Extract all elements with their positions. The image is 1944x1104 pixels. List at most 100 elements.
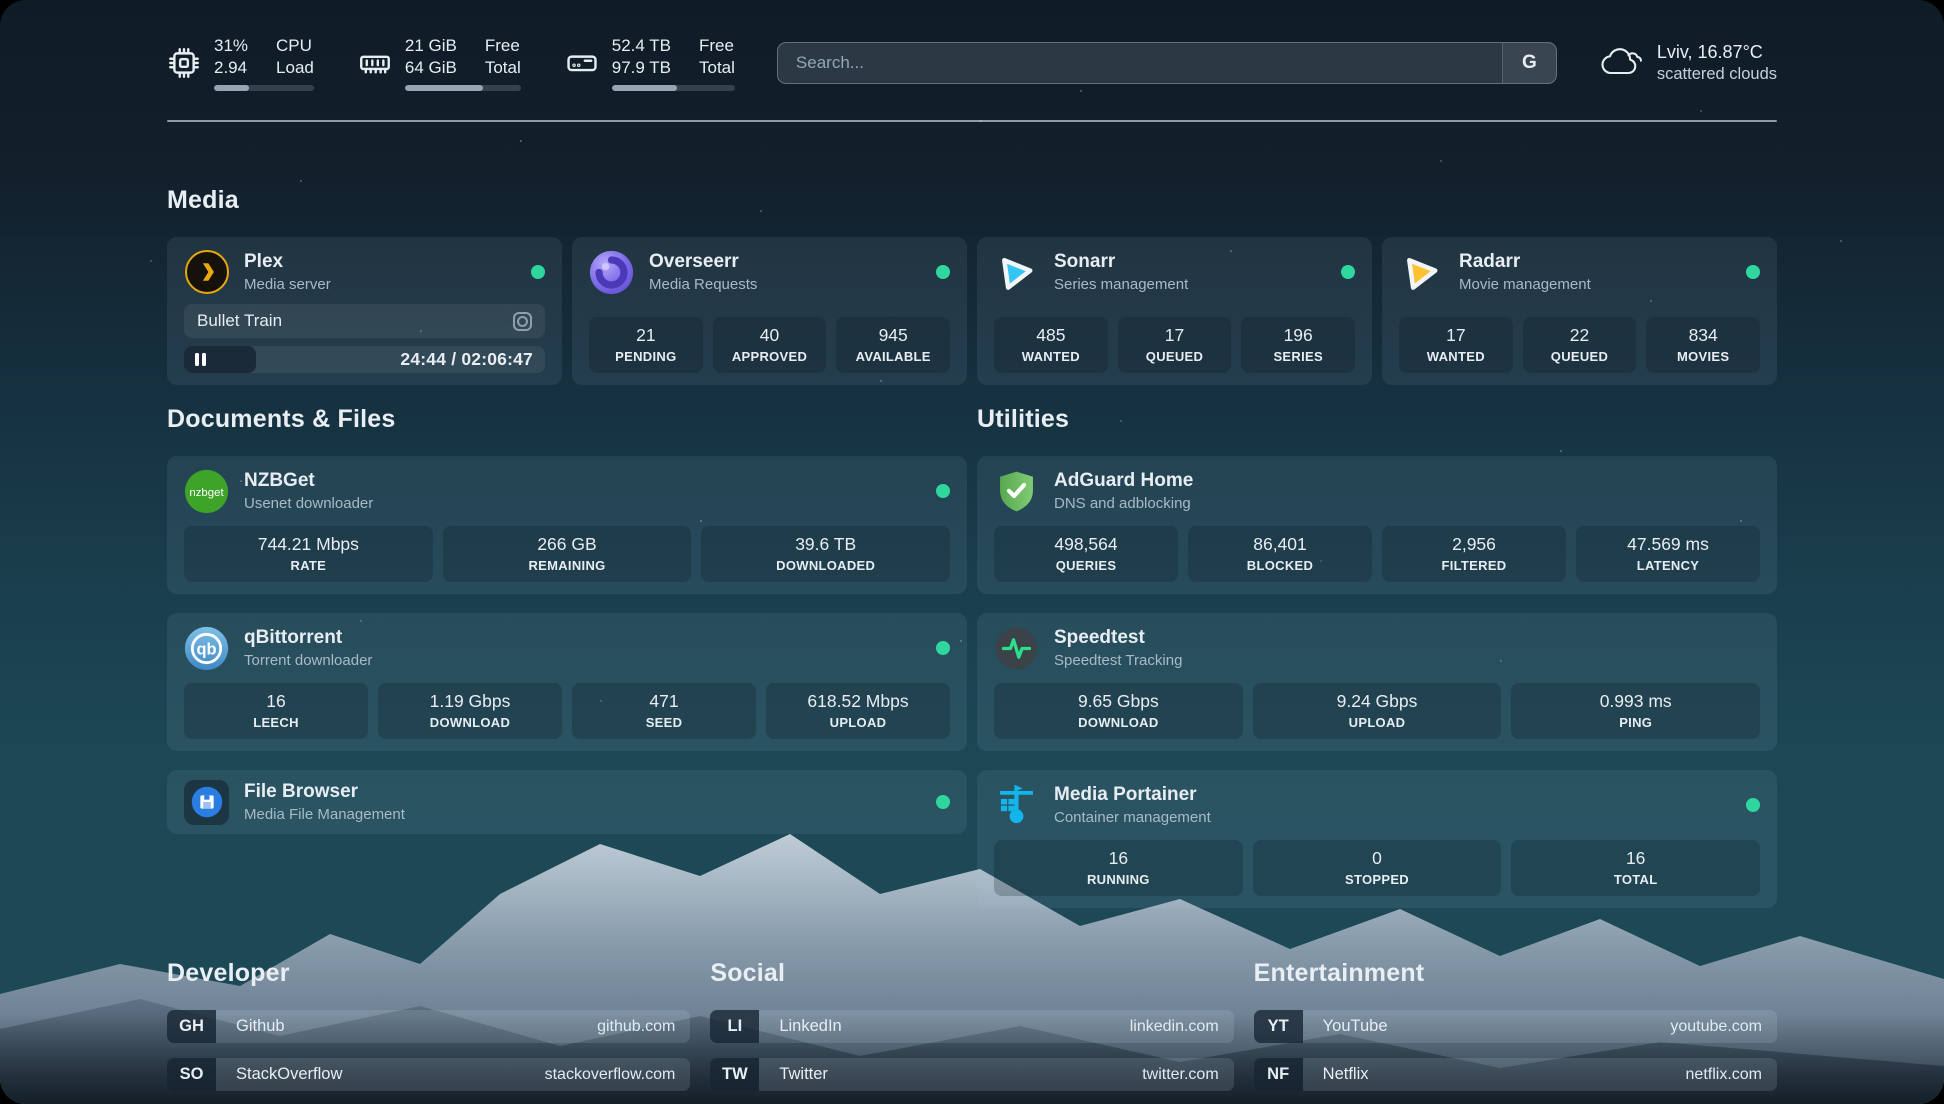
service-title: Speedtest — [1054, 627, 1182, 649]
service-subtitle: Media File Management — [244, 806, 405, 823]
bookmark-netflix[interactable]: NF Netflix netflix.com — [1254, 1058, 1777, 1091]
playback-progress-bar: 24:44 / 02:06:47 — [184, 346, 545, 373]
bookmark-github[interactable]: GH Github github.com — [167, 1010, 690, 1043]
disk-total-label: Total — [699, 57, 735, 79]
memory-total-label: Total — [485, 57, 521, 79]
service-subtitle: Container management — [1054, 809, 1211, 826]
service-card-sonarr[interactable]: Sonarr Series management 485WANTED 17QUE… — [977, 237, 1372, 385]
stat-approved: 40APPROVED — [713, 317, 827, 373]
search-bar: G — [777, 42, 1557, 84]
stat-running: 16RUNNING — [994, 840, 1243, 896]
bookmarks-social: Social LI LinkedIn linkedin.com TW Twitt… — [710, 959, 1233, 1104]
disk-widget: 52.4 TB 97.9 TB Free Total — [565, 35, 735, 92]
service-title: Plex — [244, 251, 331, 273]
radarr-icon — [1399, 250, 1444, 295]
bookmark-url: netflix.com — [1686, 1066, 1762, 1084]
status-dot — [1746, 798, 1760, 812]
stat-wanted: 485WANTED — [994, 317, 1108, 373]
status-dot — [1341, 265, 1355, 279]
bookmark-abbr: YT — [1254, 1010, 1303, 1043]
bookmark-name: Netflix — [1323, 1065, 1369, 1084]
bookmark-url: github.com — [597, 1018, 675, 1036]
service-title: Media Portainer — [1054, 784, 1211, 806]
bookmark-abbr: NF — [1254, 1058, 1303, 1091]
disk-free-value: 52.4 TB — [612, 35, 671, 57]
cpu-progress-bar — [214, 85, 314, 91]
section-heading-documents: Documents & Files — [167, 405, 967, 434]
stat-rate: 744.21 MbpsRATE — [184, 526, 433, 582]
service-card-portainer[interactable]: Media Portainer Container management 16R… — [977, 770, 1777, 908]
service-subtitle: Usenet downloader — [244, 495, 373, 512]
stat-queued: 22QUEUED — [1523, 317, 1637, 373]
status-dot — [936, 265, 950, 279]
weather-widget[interactable]: Lviv, 16.87°C scattered clouds — [1599, 42, 1777, 84]
bookmark-youtube[interactable]: YT YouTube youtube.com — [1254, 1010, 1777, 1043]
bookmark-abbr: GH — [167, 1010, 216, 1043]
now-playing-title: Bullet Train — [197, 311, 282, 331]
service-card-overseerr[interactable]: Overseerr Media Requests 21PENDING 40APP… — [572, 237, 967, 385]
memory-progress-bar — [405, 85, 521, 91]
section-media: Media Plex Media server — [167, 186, 1777, 385]
bookmark-abbr: LI — [710, 1010, 759, 1043]
bookmark-linkedin[interactable]: LI LinkedIn linkedin.com — [710, 1010, 1233, 1043]
bookmark-url: twitter.com — [1142, 1066, 1218, 1084]
stat-pending: 21PENDING — [589, 317, 703, 373]
system-resources: 31% 2.94 CPU Load — [167, 35, 735, 92]
bookmark-name: YouTube — [1323, 1017, 1388, 1036]
plex-icon — [184, 250, 229, 295]
disk-total-value: 97.9 TB — [612, 57, 671, 79]
bookmark-url: stackoverflow.com — [545, 1066, 676, 1084]
status-dot — [936, 641, 950, 655]
service-card-plex[interactable]: Plex Media server Bullet Train 24:44 / — [167, 237, 562, 385]
stat-available: 945AVAILABLE — [836, 317, 950, 373]
service-card-speedtest[interactable]: Speedtest Speedtest Tracking 9.65 GbpsDO… — [977, 613, 1777, 751]
status-dot — [936, 484, 950, 498]
disk-progress-bar — [612, 85, 735, 91]
memory-widget: 21 GiB 64 GiB Free Total — [358, 35, 521, 92]
status-dot — [936, 795, 950, 809]
service-card-nzbget[interactable]: nzbget NZBGet Usenet downloader 744.21 M… — [167, 456, 967, 594]
service-card-adguard[interactable]: AdGuard Home DNS and adblocking 498,564Q… — [977, 456, 1777, 594]
service-card-radarr[interactable]: Radarr Movie management 17WANTED 22QUEUE… — [1382, 237, 1777, 385]
stat-upload: 9.24 GbpsUPLOAD — [1253, 683, 1502, 739]
cpu-load-value: 2.94 — [214, 57, 248, 79]
disk-free-label: Free — [699, 35, 735, 57]
service-title: Sonarr — [1054, 251, 1188, 273]
pause-icon[interactable] — [195, 353, 206, 366]
service-title: AdGuard Home — [1054, 470, 1193, 492]
bookmark-name: Twitter — [779, 1065, 828, 1084]
dashboard-page: 31% 2.94 CPU Load — [0, 0, 1944, 1104]
now-playing-bar: Bullet Train — [184, 304, 545, 338]
service-card-qbittorrent[interactable]: qb qBittorrent Torrent downloader 16LEEC… — [167, 613, 967, 751]
cpu-load-label: Load — [276, 57, 314, 79]
stat-upload: 618.52 MbpsUPLOAD — [766, 683, 950, 739]
bookmark-name: StackOverflow — [236, 1065, 342, 1084]
bookmark-twitter[interactable]: TW Twitter twitter.com — [710, 1058, 1233, 1091]
stat-ping: 0.993 msPING — [1511, 683, 1760, 739]
bookmarks-entertainment: Entertainment YT YouTube youtube.com NF … — [1254, 959, 1777, 1104]
adguard-icon — [994, 469, 1039, 514]
svg-text:qb: qb — [196, 640, 216, 658]
cpu-chip-icon — [167, 46, 201, 80]
bookmark-stackoverflow[interactable]: SO StackOverflow stackoverflow.com — [167, 1058, 690, 1091]
search-input[interactable] — [778, 43, 1502, 83]
section-heading-entertainment: Entertainment — [1254, 959, 1777, 988]
media-thumbnail-icon — [513, 312, 532, 331]
section-documents: Documents & Files nzbget NZBGet Usenet d… — [167, 405, 967, 927]
memory-free-value: 21 GiB — [405, 35, 457, 57]
service-card-filebrowser[interactable]: File Browser Media File Management — [167, 770, 967, 834]
bookmark-url: youtube.com — [1670, 1018, 1762, 1036]
service-subtitle: Media server — [244, 276, 331, 293]
section-heading-utilities: Utilities — [977, 405, 1777, 434]
stat-wanted: 17WANTED — [1399, 317, 1513, 373]
bookmark-name: LinkedIn — [779, 1017, 841, 1036]
stat-series: 196SERIES — [1241, 317, 1355, 373]
service-subtitle: DNS and adblocking — [1054, 495, 1193, 512]
cpu-usage-value: 31% — [214, 35, 248, 57]
sonarr-icon — [994, 250, 1039, 295]
header-divider — [167, 120, 1777, 122]
qbittorrent-icon: qb — [184, 626, 229, 671]
service-title: File Browser — [244, 781, 405, 803]
search-provider-button[interactable]: G — [1502, 43, 1556, 83]
stat-filtered: 2,956FILTERED — [1382, 526, 1566, 582]
